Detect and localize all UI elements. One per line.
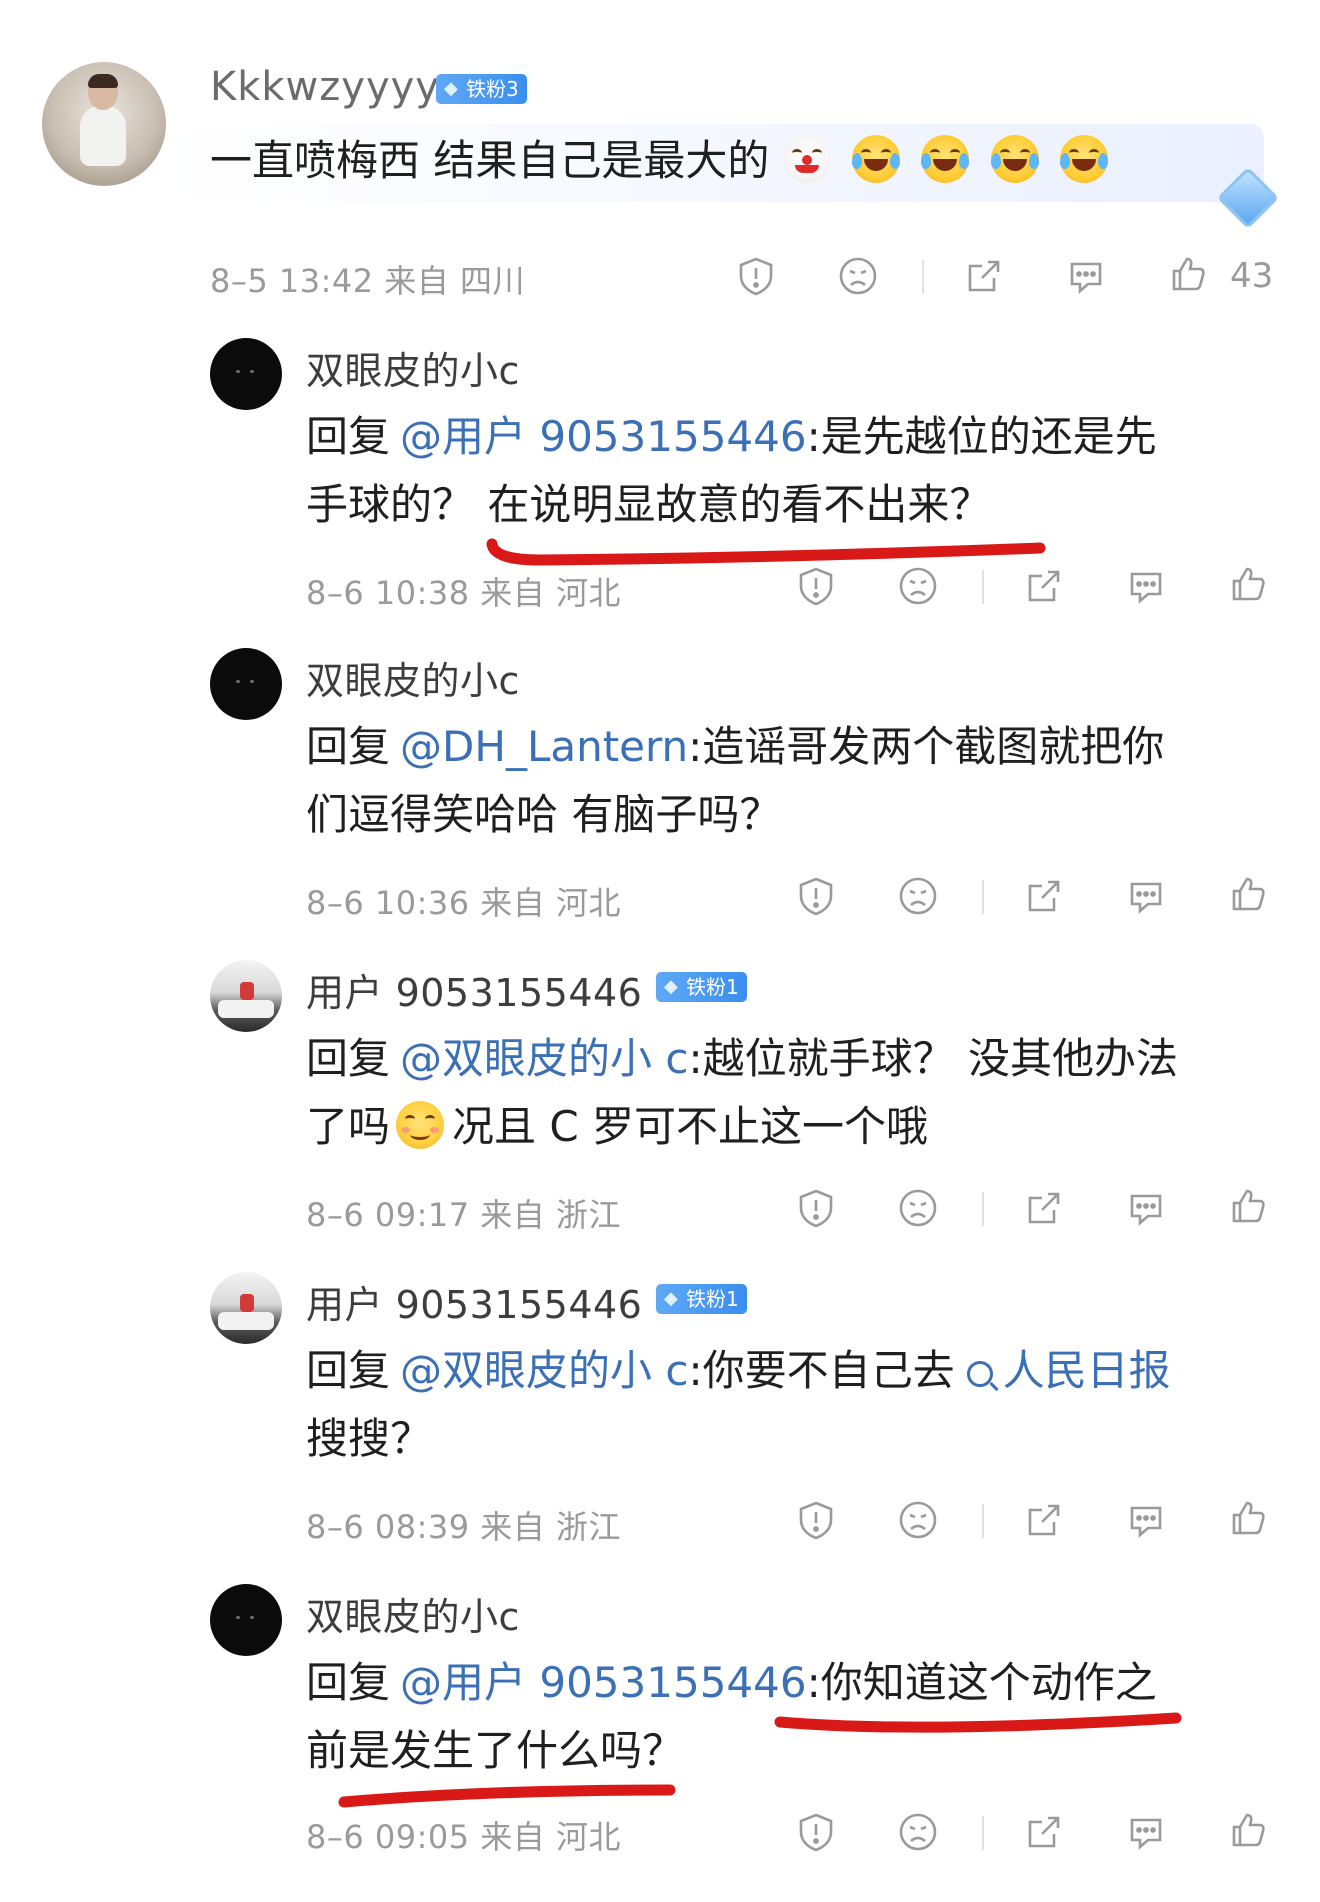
- reply-author-name[interactable]: 用户 9053155446: [306, 962, 642, 1017]
- reply-text: 了吗: [306, 1102, 391, 1151]
- laughing-tears-emoji: [852, 135, 901, 183]
- reply-text: :越位就手球？ 没其他办法: [688, 1034, 1178, 1083]
- report-icon[interactable]: [796, 1500, 836, 1540]
- comment-icon[interactable]: [1126, 1812, 1166, 1852]
- search-icon: [966, 1361, 993, 1387]
- dislike-face-icon[interactable]: [898, 1812, 938, 1852]
- avatar[interactable]: [210, 1272, 282, 1344]
- reply-text: :你要不自己去: [688, 1346, 955, 1395]
- post-text-content: 一直喷梅西 结果自己是最大的: [210, 136, 770, 185]
- report-icon[interactable]: [736, 256, 776, 296]
- like-thumb-icon[interactable]: [1228, 564, 1268, 604]
- share-icon[interactable]: [1024, 566, 1064, 606]
- reply-author-name[interactable]: 用户 9053155446: [306, 1274, 642, 1329]
- divider: [922, 260, 924, 294]
- reply-prefix: 回复: [306, 1346, 391, 1395]
- reply-text: 况且 C 罗可不止这一个哦: [452, 1102, 929, 1151]
- share-icon[interactable]: [1024, 1188, 1064, 1228]
- mention-link[interactable]: @DH_Lantern: [400, 722, 688, 771]
- reply-text-line2: 前是发生了什么吗？: [306, 1726, 685, 1775]
- like-thumb-icon[interactable]: [1228, 1186, 1268, 1226]
- like-thumb-icon[interactable]: [1228, 1498, 1268, 1538]
- reply-text-line1: 回复 @双眼皮的小 c:越位就手球？ 没其他办法: [306, 1030, 1178, 1088]
- reply-meta: 8–6 10:36 来自 河北: [306, 884, 621, 922]
- report-icon[interactable]: [796, 566, 836, 606]
- dislike-face-icon[interactable]: [898, 1188, 938, 1228]
- reply-prefix: 回复: [306, 1658, 391, 1707]
- laughing-tears-emoji: [1060, 135, 1109, 183]
- dislike-face-icon[interactable]: [898, 566, 938, 606]
- laughing-tears-emoji: [990, 135, 1039, 183]
- search-link-label: 人民日报: [1002, 1346, 1171, 1395]
- reply-text: :是先越位的还是先: [806, 412, 1157, 461]
- avatar[interactable]: [210, 648, 282, 720]
- divider: [982, 1504, 984, 1538]
- reply-meta: 8–6 10:38 来自 河北: [306, 574, 621, 612]
- comment-icon[interactable]: [1126, 1500, 1166, 1540]
- reply-meta: 8–6 09:17 来自 浙江: [306, 1196, 621, 1234]
- divider: [982, 880, 984, 914]
- like-count: 43: [1230, 256, 1274, 296]
- reply-text-line1: 回复 @双眼皮的小 c:你要不自己去 人民日报: [306, 1342, 1171, 1400]
- red-underline: [774, 1712, 1182, 1733]
- reply-prefix: 回复: [306, 412, 391, 461]
- comment-icon[interactable]: [1066, 256, 1106, 296]
- like-thumb-icon[interactable]: [1168, 254, 1208, 294]
- dislike-face-icon[interactable]: [898, 876, 938, 916]
- dislike-face-icon[interactable]: [838, 256, 878, 296]
- divider: [982, 1192, 984, 1226]
- reply-prefix: 回复: [306, 722, 391, 771]
- report-icon[interactable]: [796, 1188, 836, 1228]
- reply-text-line2: 了吗 况且 C 罗可不止这一个哦: [306, 1098, 928, 1156]
- reply-author-name[interactable]: 双眼皮的小c: [306, 340, 520, 395]
- divider: [982, 570, 984, 604]
- comment-icon[interactable]: [1126, 876, 1166, 916]
- report-icon[interactable]: [796, 1812, 836, 1852]
- mention-link[interactable]: @双眼皮的小 c: [400, 1346, 688, 1395]
- avatar[interactable]: [210, 1584, 282, 1656]
- dislike-face-icon[interactable]: [898, 1500, 938, 1540]
- share-icon[interactable]: [1024, 1812, 1064, 1852]
- avatar[interactable]: [210, 338, 282, 410]
- post-author-name[interactable]: Kkkwzyyyy: [210, 64, 440, 110]
- reply-text-line1: 回复 @DH_Lantern:造谣哥发两个截图就把你: [306, 718, 1164, 776]
- fan-badge[interactable]: 铁粉3: [436, 74, 527, 104]
- reply-prefix: 回复: [306, 1034, 391, 1083]
- reply-meta: 8–6 08:39 来自 浙江: [306, 1508, 621, 1546]
- divider: [982, 1816, 984, 1850]
- share-icon[interactable]: [1024, 876, 1064, 916]
- avatar[interactable]: [42, 62, 166, 186]
- reply-text-line2: 搜搜？: [306, 1414, 433, 1463]
- laughing-tears-emoji: [921, 135, 970, 183]
- fan-badge[interactable]: 铁粉1: [656, 972, 747, 1002]
- reply-text: :你知道这个动作之: [806, 1658, 1157, 1707]
- like-thumb-icon[interactable]: [1228, 874, 1268, 914]
- mention-link[interactable]: @双眼皮的小 c: [400, 1034, 688, 1083]
- reply-author-name[interactable]: 双眼皮的小c: [306, 1586, 520, 1641]
- share-icon[interactable]: [964, 256, 1004, 296]
- avatar[interactable]: [210, 960, 282, 1032]
- report-icon[interactable]: [796, 876, 836, 916]
- share-icon[interactable]: [1024, 1500, 1064, 1540]
- search-link[interactable]: 人民日报: [966, 1346, 1171, 1395]
- post-meta: 8–5 13:42 来自 四川: [210, 262, 525, 300]
- fan-badge[interactable]: 铁粉1: [656, 1284, 747, 1314]
- post-text: 一直喷梅西 结果自己是最大的: [210, 132, 1116, 190]
- reply-text: :造谣哥发两个截图就把你: [688, 722, 1165, 771]
- reply-text-line2: 手球的？ 在说明显故意的看不出来？: [306, 480, 992, 529]
- reply-text-line2: 们逗得笑哈哈 有脑子吗？: [306, 790, 782, 839]
- comment-icon[interactable]: [1126, 566, 1166, 606]
- reply-author-name[interactable]: 双眼皮的小c: [306, 650, 520, 705]
- smiling-face-emoji: [396, 1101, 445, 1149]
- red-underline: [338, 1784, 676, 1808]
- comment-icon[interactable]: [1126, 1188, 1166, 1228]
- mention-link[interactable]: @用户 9053155446: [400, 412, 807, 461]
- reply-text-line1: 回复 @用户 9053155446:是先越位的还是先: [306, 408, 1157, 466]
- reply-meta: 8–6 09:05 来自 河北: [306, 1818, 621, 1856]
- clown-face-emoji: [778, 133, 835, 183]
- like-thumb-icon[interactable]: [1228, 1810, 1268, 1850]
- mention-link[interactable]: @用户 9053155446: [400, 1658, 807, 1707]
